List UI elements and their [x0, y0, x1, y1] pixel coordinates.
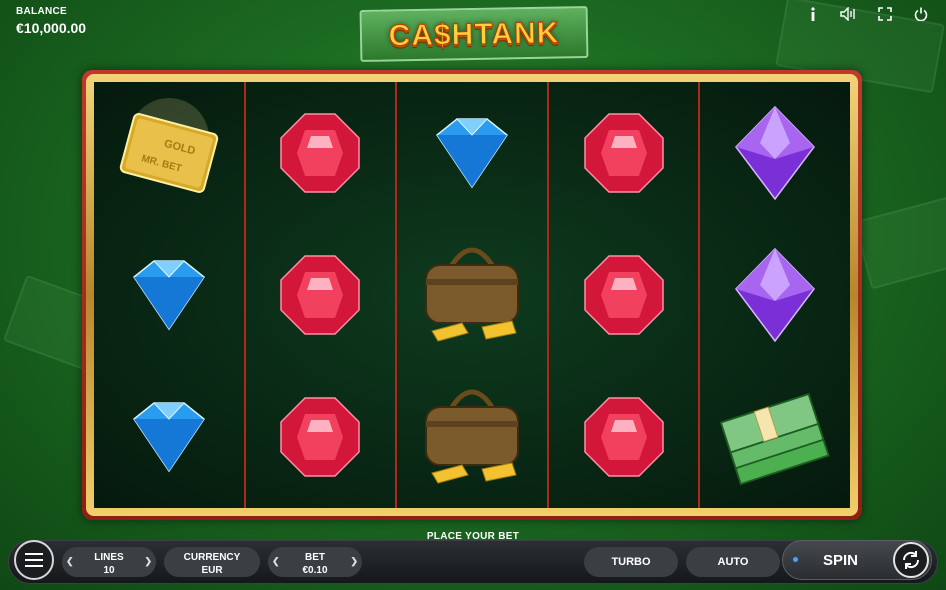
lines-selector[interactable]: ❮ LINES 10 ❯ — [62, 547, 156, 577]
logo-text: CA$HTANK — [388, 16, 560, 53]
lines-label: LINES — [94, 552, 124, 563]
reel-1: GOLD MR. BET — [94, 82, 246, 508]
auto-button[interactable]: AUTO — [686, 547, 780, 577]
balance-display: BALANCE €10,000.00 — [16, 6, 86, 36]
blue-diamond-symbol — [109, 377, 229, 497]
bet-value: €0.10 — [302, 565, 328, 576]
gold-card-symbol: GOLD MR. BET — [109, 93, 229, 213]
reel-3 — [397, 82, 549, 508]
reel-2 — [246, 82, 398, 508]
top-toolbar — [800, 4, 934, 24]
menu-icon — [25, 553, 43, 555]
chevron-left-icon[interactable]: ❮ — [66, 556, 74, 567]
blue-diamond-symbol — [412, 93, 532, 213]
balance-label: BALANCE — [16, 6, 67, 17]
purple-gem-symbol — [715, 93, 835, 213]
fullscreen-icon[interactable] — [872, 4, 898, 24]
power-icon[interactable] — [908, 4, 934, 24]
lines-value: 10 — [103, 565, 115, 576]
red-ruby-symbol — [564, 235, 684, 355]
money-bag-symbol — [412, 235, 532, 355]
currency-selector[interactable]: CURRENCY EUR — [164, 547, 260, 577]
red-ruby-symbol — [564, 93, 684, 213]
red-ruby-symbol — [260, 235, 380, 355]
game-logo: CA$HTANK — [359, 6, 589, 62]
bet-selector[interactable]: ❮ BET €0.10 ❯ — [268, 547, 362, 577]
bet-label: BET — [305, 552, 325, 563]
reel-4 — [549, 82, 701, 508]
reel-5 — [700, 82, 850, 508]
chevron-left-icon[interactable]: ❮ — [272, 556, 280, 567]
cash-stack-symbol — [715, 377, 835, 497]
indicator-dot — [793, 557, 798, 562]
money-bag-symbol — [412, 377, 532, 497]
red-ruby-symbol — [564, 377, 684, 497]
turbo-label: TURBO — [611, 556, 651, 568]
chevron-right-icon[interactable]: ❯ — [144, 556, 152, 567]
reels-area: GOLD MR. BET — [94, 82, 850, 508]
blue-diamond-symbol — [109, 235, 229, 355]
background-money — [853, 180, 946, 290]
refresh-icon[interactable] — [893, 542, 929, 578]
spin-button[interactable]: SPIN — [782, 540, 932, 580]
turbo-button[interactable]: TURBO — [584, 547, 678, 577]
balance-value: €10,000.00 — [16, 20, 87, 36]
currency-value: EUR — [201, 565, 223, 576]
sound-icon[interactable] — [836, 4, 862, 24]
purple-gem-symbol — [715, 235, 835, 355]
currency-label: CURRENCY — [183, 552, 241, 563]
menu-button[interactable] — [14, 540, 54, 580]
info-icon[interactable] — [800, 4, 826, 24]
spin-label: SPIN — [823, 552, 859, 569]
chevron-right-icon[interactable]: ❯ — [350, 556, 358, 567]
red-ruby-symbol — [260, 377, 380, 497]
reels-frame: GOLD MR. BET — [82, 70, 862, 520]
red-ruby-symbol — [260, 93, 380, 213]
auto-label: AUTO — [717, 556, 749, 568]
